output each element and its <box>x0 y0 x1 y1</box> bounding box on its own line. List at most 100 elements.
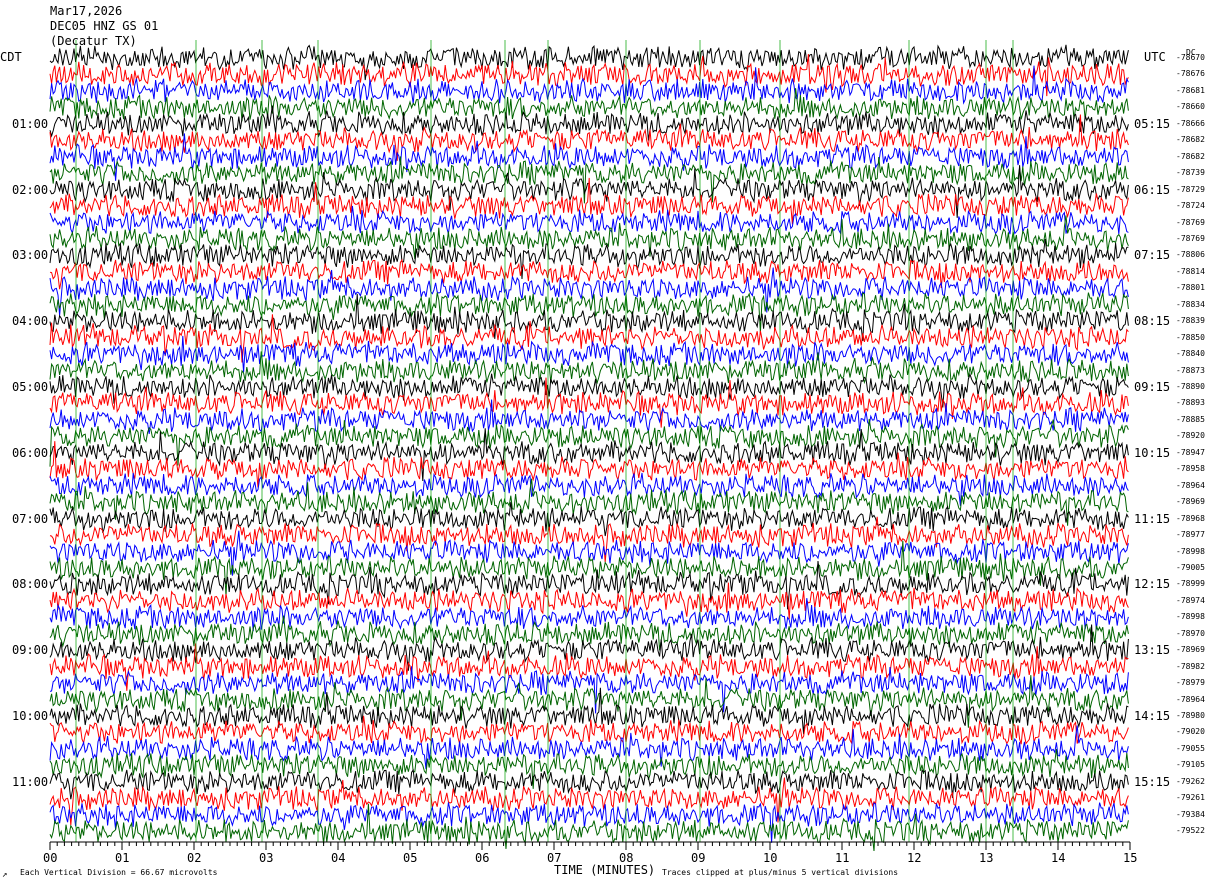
dc-offset-label: -78873 <box>1176 365 1205 375</box>
dc-offset-label: -78834 <box>1176 299 1205 309</box>
left-hour-label: 01:00 <box>12 116 49 131</box>
clip-note: Traces clipped at plus/minus 5 vertical … <box>662 868 899 877</box>
x-tick-label: 09 <box>691 851 706 865</box>
dc-offset-label: -78839 <box>1176 316 1205 326</box>
x-tick-label: 04 <box>331 851 346 865</box>
trace-line <box>49 502 1129 537</box>
x-tick-label: 02 <box>187 851 202 865</box>
trace-line <box>49 292 1129 333</box>
dc-offset-label: -78890 <box>1176 382 1205 391</box>
helicorder-plot <box>49 40 1131 852</box>
left-hour-label: 05:00 <box>12 380 49 394</box>
trace-line <box>49 205 1129 235</box>
dc-offset-label: -78885 <box>1176 414 1205 424</box>
dc-offset-label: -78676 <box>1176 69 1205 79</box>
dc-offset-label: -78670 <box>1176 53 1205 62</box>
right-hour-label: 12:15 <box>1134 577 1171 592</box>
dc-offset-label: -78660 <box>1176 102 1205 112</box>
dc-offset-label: -78840 <box>1176 349 1205 359</box>
dc-offset-label: -78977 <box>1176 530 1205 540</box>
dc-offset-label: -79020 <box>1176 727 1205 737</box>
dc-offset-label: -78999 <box>1176 579 1205 589</box>
left-hour-label: 10:00 <box>12 709 49 723</box>
dc-offset-label: -78968 <box>1176 513 1205 523</box>
dc-offset-label: -79262 <box>1176 776 1205 786</box>
dc-offset-label: -78964 <box>1176 694 1205 704</box>
dc-offset-label: -78893 <box>1176 398 1205 408</box>
left-hour-label: 06:00 <box>12 445 49 460</box>
dc-offset-label: -78947 <box>1176 447 1205 457</box>
right-hour-label: 11:15 <box>1134 511 1171 526</box>
dc-offset-label: -78958 <box>1176 464 1205 474</box>
dc-offset-label: -78806 <box>1176 250 1205 260</box>
right-hour-label: 08:15 <box>1134 314 1171 329</box>
dc-offset-label: -78724 <box>1176 201 1205 211</box>
dc-offset-label: -78769 <box>1176 217 1205 227</box>
trace-line <box>49 802 1129 843</box>
x-tick-label: 10 <box>763 851 778 865</box>
dc-offset-label: -78998 <box>1176 546 1205 556</box>
x-tick-label: 03 <box>259 851 274 865</box>
right-hour-label: 14:15 <box>1134 709 1171 723</box>
dc-offset-label: -78980 <box>1176 711 1205 720</box>
trace-line <box>49 428 1129 482</box>
dc-offset-label: -78970 <box>1176 628 1205 638</box>
x-tick-label: 00 <box>43 851 58 865</box>
dc-offset-label: -78964 <box>1176 480 1205 490</box>
dc-offset-label: -78982 <box>1176 661 1205 671</box>
dc-offset-label: -78666 <box>1176 118 1205 128</box>
left-hour-label: 03:00 <box>12 248 49 263</box>
dc-offset-label: -78729 <box>1176 184 1205 194</box>
trace-line <box>49 399 1129 434</box>
dc-offset-label: -79384 <box>1176 809 1205 819</box>
x-tick-label: 12 <box>907 851 922 865</box>
right-timezone-label: UTC <box>1144 50 1166 64</box>
corner-arrow-icon: ↗ <box>2 870 8 880</box>
dc-offset-label: -79105 <box>1176 760 1205 770</box>
dc-offset-label: -78682 <box>1176 151 1205 161</box>
right-hour-label: 10:15 <box>1134 445 1171 460</box>
header-date: Mar17,2026 <box>50 4 123 18</box>
x-axis-label: TIME (MINUTES) <box>554 863 656 877</box>
trace-line <box>49 777 1129 826</box>
x-tick-label: 14 <box>1051 851 1066 865</box>
dc-offset-label: -78739 <box>1176 168 1205 178</box>
left-hour-label: 08:00 <box>12 577 49 592</box>
right-hour-label: 15:15 <box>1134 774 1171 789</box>
axis-layer <box>49 841 1131 850</box>
dc-offset-label: -78969 <box>1176 645 1205 655</box>
right-hour-label: 05:15 <box>1134 116 1171 131</box>
dc-offset-label: -78969 <box>1176 497 1205 507</box>
scale-note: Each Vertical Division = 66.67 microvolt… <box>20 868 218 877</box>
trace-line <box>49 441 1129 488</box>
dc-offset-label: -78681 <box>1176 85 1205 95</box>
trace-line <box>49 372 1129 408</box>
trace-line <box>49 530 1129 576</box>
dc-offset-label: -79055 <box>1176 743 1205 753</box>
dc-offset-label: -78974 <box>1176 595 1205 605</box>
dc-offset-label: -78814 <box>1176 266 1205 276</box>
dc-offset-label: -78850 <box>1176 332 1205 342</box>
left-hour-label: 09:00 <box>12 643 49 658</box>
x-tick-label: 15 <box>1123 851 1138 865</box>
x-tick-label: 06 <box>475 851 490 865</box>
left-hour-label: 04:00 <box>12 314 49 329</box>
x-tick-label: 01 <box>115 851 130 865</box>
trace-line <box>49 748 1129 789</box>
x-tick-label: 11 <box>835 851 850 865</box>
right-hour-label: 07:15 <box>1134 248 1171 263</box>
right-hour-label: 06:15 <box>1134 182 1171 197</box>
header-station: DEC05 HNZ GS 01 <box>50 19 159 33</box>
left-hour-label: 11:00 <box>12 774 49 789</box>
right-hour-label: 13:15 <box>1134 643 1171 658</box>
dc-offset-label: -78979 <box>1176 678 1205 688</box>
left-timezone-label: CDT <box>0 50 22 64</box>
right-hour-label: 09:15 <box>1134 380 1171 394</box>
dc-offset-label: -79522 <box>1176 826 1205 836</box>
x-tick-label: 13 <box>979 851 994 865</box>
trace-layer <box>49 40 1129 852</box>
x-tick-label: 05 <box>403 851 418 865</box>
left-hour-label: 07:00 <box>12 511 49 526</box>
header-location: (Decatur TX) <box>50 34 137 48</box>
dc-offset-label: -79005 <box>1176 562 1205 572</box>
